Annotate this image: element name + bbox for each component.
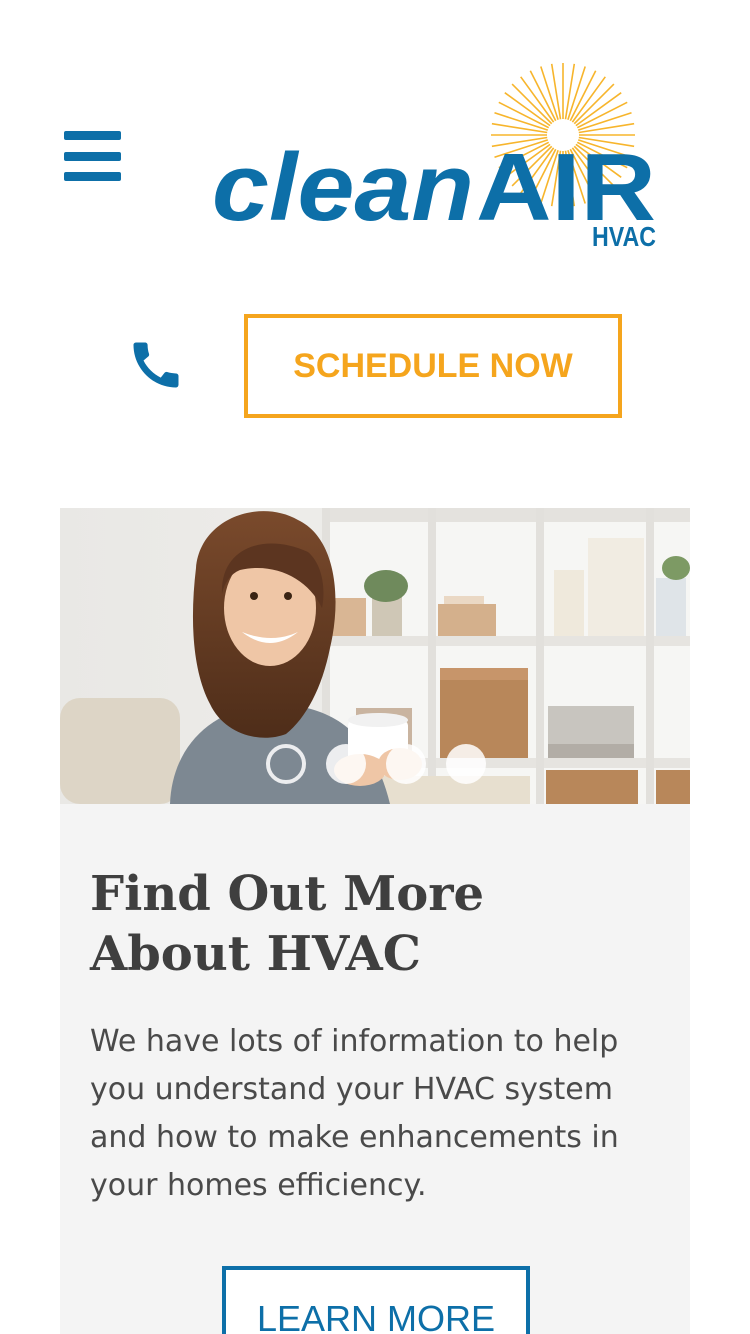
menu-bar [64, 172, 121, 181]
carousel-indicators [60, 744, 690, 786]
cleanair-logo[interactable]: clean AIR HVAC [210, 60, 660, 255]
carousel-dot-4[interactable] [446, 744, 486, 784]
carousel-dot-1[interactable] [266, 744, 306, 784]
hamburger-menu-icon[interactable] [64, 131, 121, 181]
carousel-dot-2[interactable] [326, 744, 366, 784]
logo-wordmark-clean: clean [212, 134, 474, 241]
hero-carousel[interactable] [60, 508, 690, 804]
schedule-now-button[interactable]: SCHEDULE NOW [244, 314, 622, 418]
logo-tagline: HVAC [592, 221, 656, 252]
schedule-now-label: SCHEDULE NOW [293, 346, 573, 385]
menu-bar [64, 152, 121, 161]
info-card: Find Out More About HVAC We have lots of… [60, 508, 690, 1334]
learn-more-label: LEARN MORE [256, 1298, 496, 1334]
card-title: Find Out More About HVAC [90, 866, 485, 982]
learn-more-button[interactable]: LEARN MORE [222, 1266, 530, 1334]
phone-icon-graphic [133, 342, 179, 388]
card-description: We have lots of information to help you … [90, 1024, 619, 1203]
phone-icon[interactable] [126, 335, 186, 395]
logo-graphic: clean AIR HVAC [212, 63, 656, 252]
menu-bar [64, 131, 121, 140]
carousel-dot-3[interactable] [386, 744, 426, 784]
